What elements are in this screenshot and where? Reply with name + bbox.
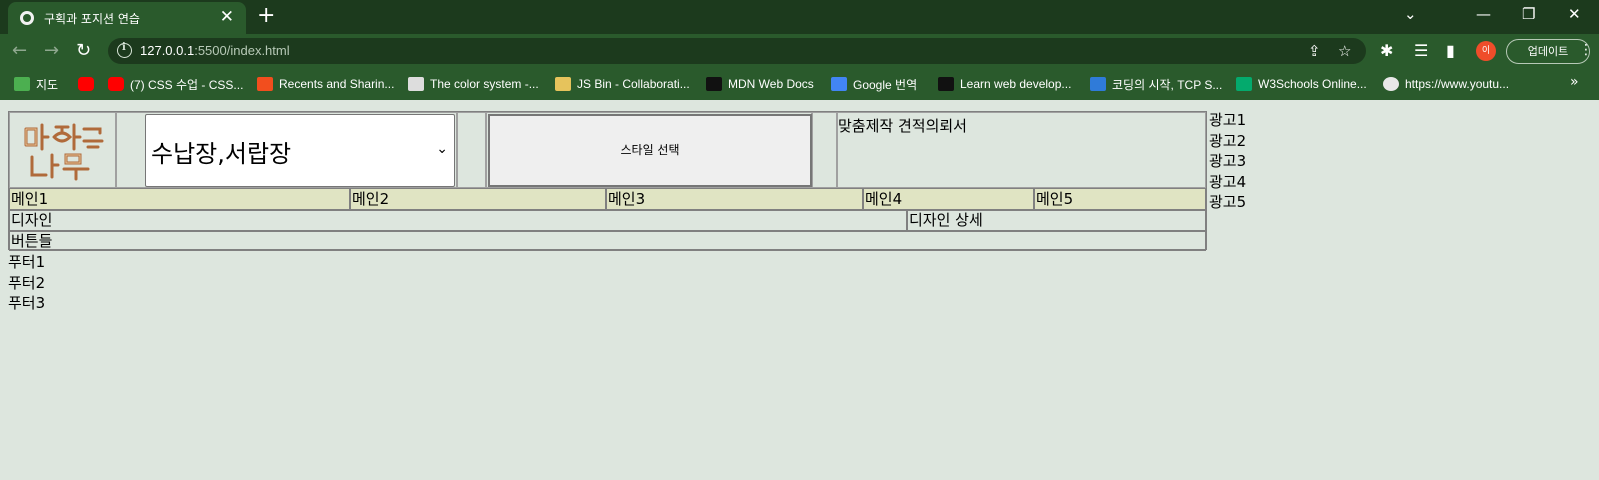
style-select-button[interactable]: 스타일 선택 <box>488 114 812 187</box>
back-icon[interactable]: ← <box>12 40 27 62</box>
style-button-cell: 스타일 선택 <box>486 112 812 188</box>
footer-item: 푸터1 <box>8 253 46 271</box>
bookmark-item[interactable]: Recents and Sharin... <box>257 75 394 93</box>
tab-active[interactable]: 구획과 포지션 연습 ✕ <box>8 2 246 34</box>
globe-icon <box>1383 77 1399 91</box>
bookmark-item[interactable]: (7) CSS 수업 - CSS... <box>108 75 243 93</box>
tab-search-icon[interactable]: ⌄ <box>1404 4 1417 24</box>
bookmark-item[interactable] <box>78 75 100 93</box>
extensions-icon[interactable]: ✱ <box>1380 41 1393 61</box>
select-cell: 수납장,서랍장 ⌄ <box>116 112 457 188</box>
menu-row: 메인1 메인2 메인3 메인4 메인5 <box>9 188 1206 210</box>
bookmark-label: Recents and Sharin... <box>279 77 395 91</box>
menu-item-4[interactable]: 메인4 <box>863 188 1034 210</box>
browser-toolbar: ← → ↻ 127.0.0.1:5500/index.html ⇪ ☆ ✱ ☰ … <box>0 34 1599 68</box>
footer-item: 푸터3 <box>8 294 46 312</box>
style-select[interactable]: 수납장,서랍장 ⌄ <box>145 114 455 187</box>
forward-icon[interactable]: → <box>44 40 59 62</box>
profile-avatar[interactable]: 이 <box>1476 41 1496 61</box>
bookmark-label: (7) CSS 수업 - CSS... <box>130 77 244 92</box>
share-icon[interactable]: ⇪ <box>1308 41 1321 61</box>
bookmarks-bar: » 지도 (7) CSS 수업 - CSS... Recents and Shari… <box>0 68 1599 100</box>
page-viewport: 수납장,서랍장 ⌄ 스타일 선택 맞춤제작 견적의뢰서 메인1 메인2 메인3 … <box>0 100 1599 480</box>
order-form-cell: 맞춤제작 견적의뢰서 <box>837 112 1206 188</box>
style-select-value: 수납장,서랍장 <box>151 140 292 168</box>
mdn-icon <box>938 77 954 91</box>
minimize-icon[interactable]: — <box>1476 4 1491 24</box>
spacer-cell <box>812 112 837 188</box>
buttons-cell: 버튼들 <box>9 231 1206 251</box>
menu-item-1[interactable]: 메인1 <box>9 188 350 210</box>
menu-item-3[interactable]: 메인3 <box>606 188 863 210</box>
site-info-icon[interactable] <box>117 42 132 58</box>
reload-icon[interactable]: ↻ <box>76 40 91 62</box>
bookmark-item[interactable]: MDN Web Docs <box>706 75 814 93</box>
bookmark-item[interactable]: 코딩의 시작, TCP S... <box>1090 75 1222 93</box>
bookmark-label: JS Bin - Collaborati... <box>577 77 690 91</box>
tab-strip: 구획과 포지션 연습 ✕ + ⌄ — ❐ ✕ <box>0 0 1599 34</box>
bookmark-item[interactable]: The color system -... <box>408 75 539 93</box>
jsbin-icon <box>555 77 571 91</box>
menu-item-5[interactable]: 메인5 <box>1034 188 1206 210</box>
bookmark-item[interactable]: W3Schools Online... <box>1236 75 1367 93</box>
ads-list: 광고1 광고2 광고3 광고4 광고5 <box>1209 110 1246 213</box>
address-bar[interactable]: 127.0.0.1:5500/index.html ⇪ ☆ <box>108 38 1366 64</box>
logo <box>24 123 104 181</box>
maps-icon <box>14 77 30 91</box>
menu-icon[interactable]: ⋮ <box>1579 41 1593 59</box>
bookmark-star-icon[interactable]: ☆ <box>1338 41 1351 61</box>
ad-item: 광고2 <box>1209 131 1247 150</box>
ad-item: 광고4 <box>1209 172 1247 191</box>
bookmark-label: 지도 <box>36 77 59 92</box>
bookmark-label: https://www.youtu... <box>1405 77 1510 91</box>
update-button[interactable]: 업데이트 <box>1506 39 1590 64</box>
bookmark-item[interactable]: Learn web develop... <box>938 75 1071 93</box>
figma-icon <box>257 77 273 91</box>
design-detail-cell: 디자인 상세 <box>907 210 1206 231</box>
material-icon <box>408 77 424 91</box>
url-host: 127.0.0.1 <box>140 43 195 58</box>
ad-item: 광고1 <box>1209 111 1247 129</box>
youtube-icon <box>78 77 94 91</box>
bookmark-label: W3Schools Online... <box>1258 77 1367 91</box>
bookmark-label: MDN Web Docs <box>728 77 814 91</box>
url-path: :5500/index.html <box>194 43 290 58</box>
chevron-down-icon: ⌄ <box>436 141 448 157</box>
footer-item: 푸터2 <box>8 273 46 292</box>
menu-item-2[interactable]: 메인2 <box>350 188 606 210</box>
header-row: 수납장,서랍장 ⌄ 스타일 선택 맞춤제작 견적의뢰서 <box>9 112 1206 188</box>
bookmark-item[interactable]: JS Bin - Collaborati... <box>555 75 690 93</box>
reading-list-icon[interactable]: ☰ <box>1414 41 1428 61</box>
bookmark-label: Learn web develop... <box>960 77 1072 91</box>
youtube-icon <box>108 77 124 91</box>
spacer-cell <box>457 112 486 188</box>
mdn-icon <box>706 77 722 91</box>
w3schools-icon <box>1236 77 1252 91</box>
address-url[interactable]: 127.0.0.1:5500/index.html <box>140 43 290 58</box>
logo-cell <box>9 112 116 188</box>
tab-close-icon[interactable]: ✕ <box>220 7 234 27</box>
bookmark-label: The color system -... <box>430 77 539 91</box>
new-tab-button[interactable]: + <box>257 3 275 29</box>
layout-table: 수납장,서랍장 ⌄ 스타일 선택 맞춤제작 견적의뢰서 메인1 메인2 메인3 … <box>8 111 1207 251</box>
tcp-icon <box>1090 77 1106 91</box>
bookmark-label: 코딩의 시작, TCP S... <box>1112 77 1223 92</box>
ad-item: 광고3 <box>1209 152 1247 170</box>
ad-item: 광고5 <box>1209 193 1247 211</box>
tab-title: 구획과 포지션 연습 <box>44 12 140 26</box>
bookmark-item[interactable]: https://www.youtu... <box>1383 75 1509 93</box>
side-panel-icon[interactable]: ▮ <box>1446 41 1455 61</box>
design-row: 디자인 디자인 상세 <box>9 210 1206 231</box>
restore-icon[interactable]: ❐ <box>1522 4 1535 24</box>
window-close-icon[interactable]: ✕ <box>1568 4 1581 24</box>
footer-list: 푸터1 푸터2 푸터3 <box>8 252 45 314</box>
bookmark-label: Google 번역 <box>853 77 918 92</box>
bookmark-item[interactable]: Google 번역 <box>831 75 917 93</box>
bookmarks-more-icon[interactable]: » <box>1570 74 1579 90</box>
buttons-row: 버튼들 <box>9 231 1206 251</box>
bookmark-item[interactable]: 지도 <box>14 75 58 93</box>
design-cell: 디자인 <box>9 210 907 231</box>
globe-icon <box>20 11 34 25</box>
google-translate-icon <box>831 77 847 91</box>
